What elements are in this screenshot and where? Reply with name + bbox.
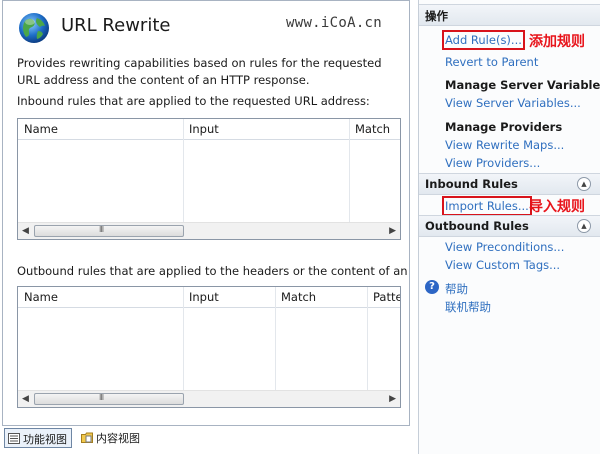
scroll-left-arrow-icon[interactable]: ◀ xyxy=(22,226,29,236)
view-preconditions-link[interactable]: View Preconditions... xyxy=(445,240,564,254)
page-title: URL Rewrite xyxy=(61,15,171,36)
scroll-right-arrow-icon[interactable]: ▶ xyxy=(389,394,396,404)
outbound-rules-label: Outbound rules that are applied to the h… xyxy=(17,264,410,278)
column-divider xyxy=(275,287,276,390)
scroll-thumb[interactable]: III xyxy=(34,393,184,405)
scroll-left-arrow-icon[interactable]: ◀ xyxy=(22,394,29,404)
outbound-rules-section-title: Outbound Rules xyxy=(425,219,529,233)
help-icon: ? xyxy=(425,280,439,294)
revert-to-parent-link[interactable]: Revert to Parent xyxy=(445,55,538,69)
import-rules-link[interactable]: Import Rules... xyxy=(442,196,532,216)
inbound-horizontal-scrollbar[interactable]: ◀ III ▶ xyxy=(18,222,400,239)
column-divider xyxy=(367,287,368,390)
help-link[interactable]: 帮助 xyxy=(445,281,468,297)
inbound-rules-section-title: Inbound Rules xyxy=(425,177,518,191)
chevron-up-icon[interactable]: ▲ xyxy=(577,177,591,191)
manage-providers-heading: Manage Providers xyxy=(445,120,563,134)
scroll-grip-icon: III xyxy=(99,393,104,402)
view-providers-link[interactable]: View Providers... xyxy=(445,156,540,170)
tab-content-view[interactable]: 内容视图 xyxy=(78,428,144,448)
column-header-match[interactable]: Match xyxy=(281,290,316,304)
add-rules-annotation: 添加规则 xyxy=(529,34,585,50)
column-header-input[interactable]: Input xyxy=(189,290,219,304)
tab-features-view-label: 功能视图 xyxy=(23,433,67,446)
column-divider xyxy=(349,119,350,222)
actions-header: 操作 xyxy=(419,4,600,26)
import-rules-annotation: 导入规则 xyxy=(529,199,585,215)
view-server-variables-link[interactable]: View Server Variables... xyxy=(445,96,581,110)
inbound-rules-label: Inbound rules that are applied to the re… xyxy=(17,94,370,108)
outbound-horizontal-scrollbar[interactable]: ◀ III ▶ xyxy=(18,390,400,407)
view-custom-tags-link[interactable]: View Custom Tags... xyxy=(445,258,560,272)
column-header-name[interactable]: Name xyxy=(24,290,58,304)
features-view-icon xyxy=(8,433,20,444)
content-view-icon xyxy=(81,432,93,443)
column-divider xyxy=(183,119,184,222)
online-help-link[interactable]: 联机帮助 xyxy=(445,299,491,315)
scroll-grip-icon: III xyxy=(99,225,104,234)
feature-description: Provides rewriting capabilities based on… xyxy=(17,56,382,87)
column-header-match[interactable]: Match xyxy=(355,122,390,136)
tab-features-view[interactable]: 功能视图 xyxy=(4,428,72,448)
add-rules-link[interactable]: Add Rule(s)... xyxy=(442,30,525,50)
view-rewrite-maps-link[interactable]: View Rewrite Maps... xyxy=(445,138,564,152)
outbound-rules-list[interactable]: Name Input Match Patte ◀ III ▶ xyxy=(17,286,401,408)
column-header-input[interactable]: Input xyxy=(189,122,219,136)
actions-pane: 操作 Add Rule(s)... 添加规则 Revert to Parent … xyxy=(418,0,600,454)
outbound-rules-section-header[interactable]: Outbound Rules ▲ xyxy=(419,215,600,237)
scroll-right-arrow-icon[interactable]: ▶ xyxy=(389,226,396,236)
globe-icon xyxy=(19,13,49,43)
tab-content-view-label: 内容视图 xyxy=(96,432,140,445)
scroll-thumb[interactable]: III xyxy=(34,225,184,237)
manage-server-variables-heading: Manage Server Variables xyxy=(445,78,600,92)
inbound-rules-section-header[interactable]: Inbound Rules ▲ xyxy=(419,173,600,195)
inbound-rules-list[interactable]: Name Input Match ◀ III ▶ xyxy=(17,118,401,240)
column-divider xyxy=(183,287,184,390)
url-rewrite-pane: URL Rewrite www.iCoA.cn Provides rewriti… xyxy=(2,0,410,426)
chevron-up-icon[interactable]: ▲ xyxy=(577,219,591,233)
outbound-list-header: Name Input Match Patte xyxy=(18,287,400,308)
column-header-name[interactable]: Name xyxy=(24,122,58,136)
column-header-pattern[interactable]: Patte xyxy=(373,290,400,304)
inbound-list-header: Name Input Match xyxy=(18,119,400,140)
watermark-text: www.iCoA.cn xyxy=(286,15,383,31)
